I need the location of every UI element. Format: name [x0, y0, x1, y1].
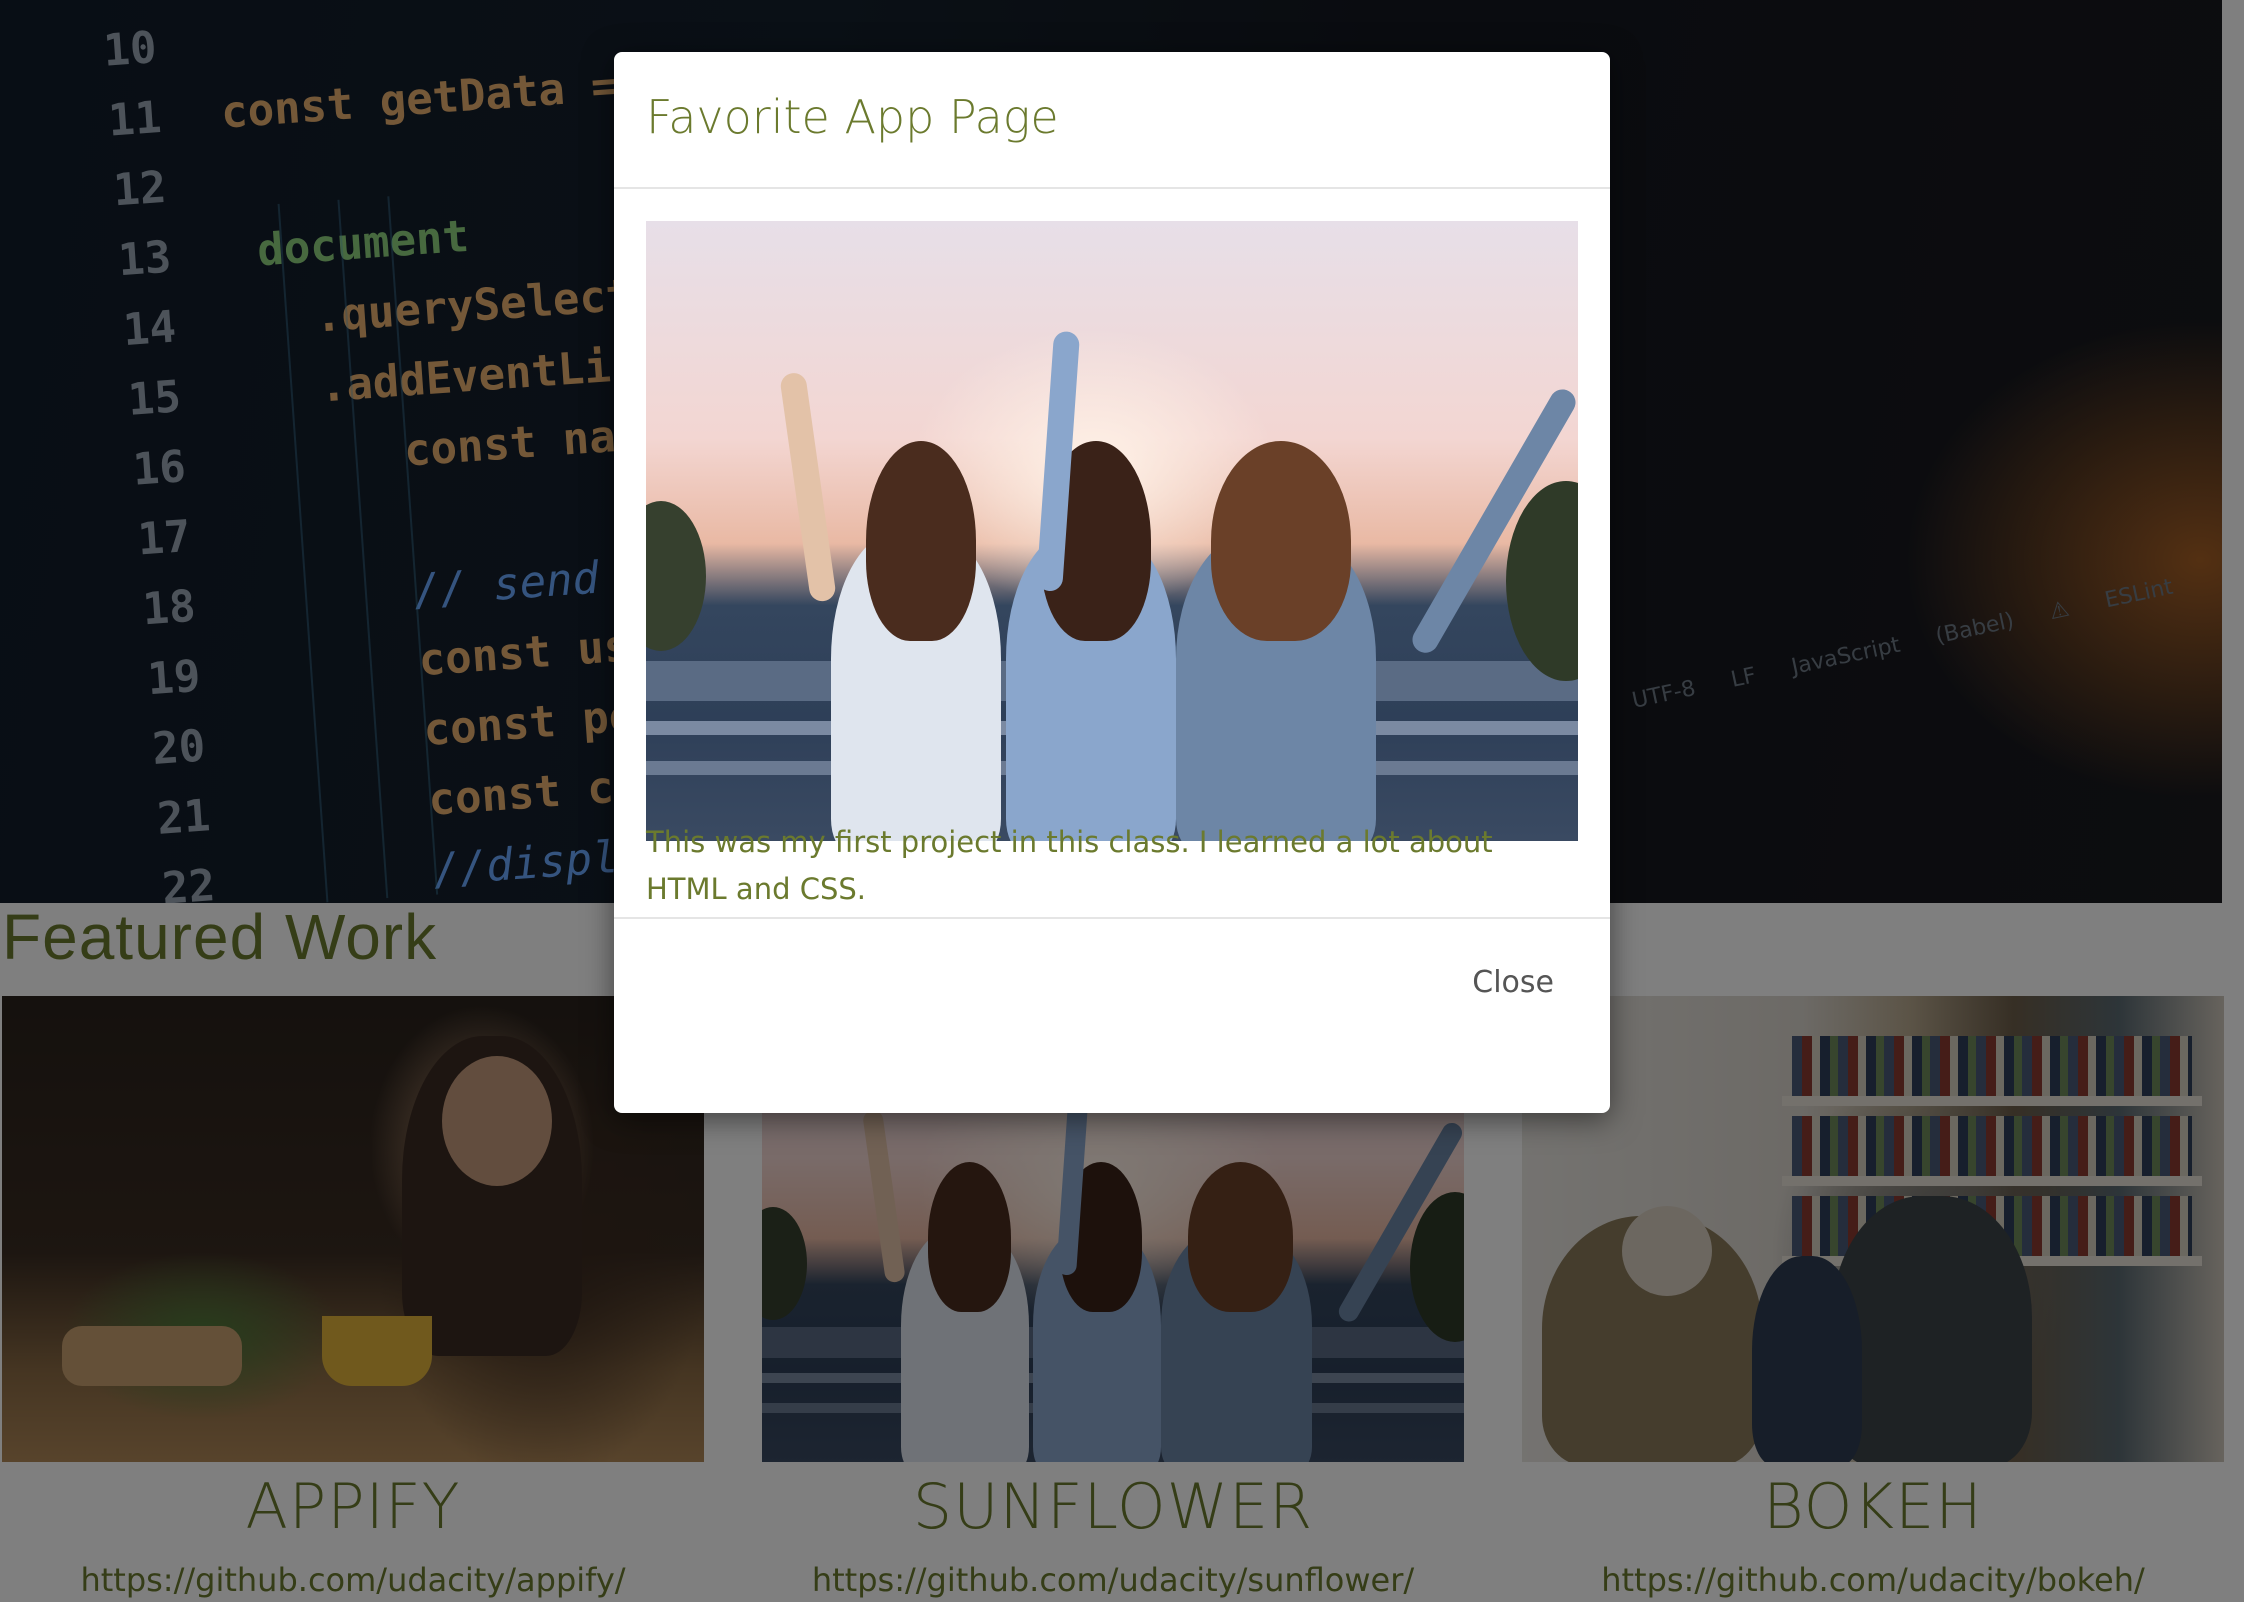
modal-body: This was my first project in this class.… [614, 189, 1610, 919]
modal-caption: This was my first project in this class.… [646, 825, 1493, 906]
modal-footer: Close [614, 919, 1610, 1109]
modal-title: Favorite App Page [646, 90, 1059, 144]
modal-header: Favorite App Page [614, 52, 1610, 189]
modal-image [646, 221, 1578, 841]
close-button[interactable]: Close [1472, 965, 1554, 1000]
project-modal: Favorite App Page This was my first proj… [614, 52, 1610, 1113]
